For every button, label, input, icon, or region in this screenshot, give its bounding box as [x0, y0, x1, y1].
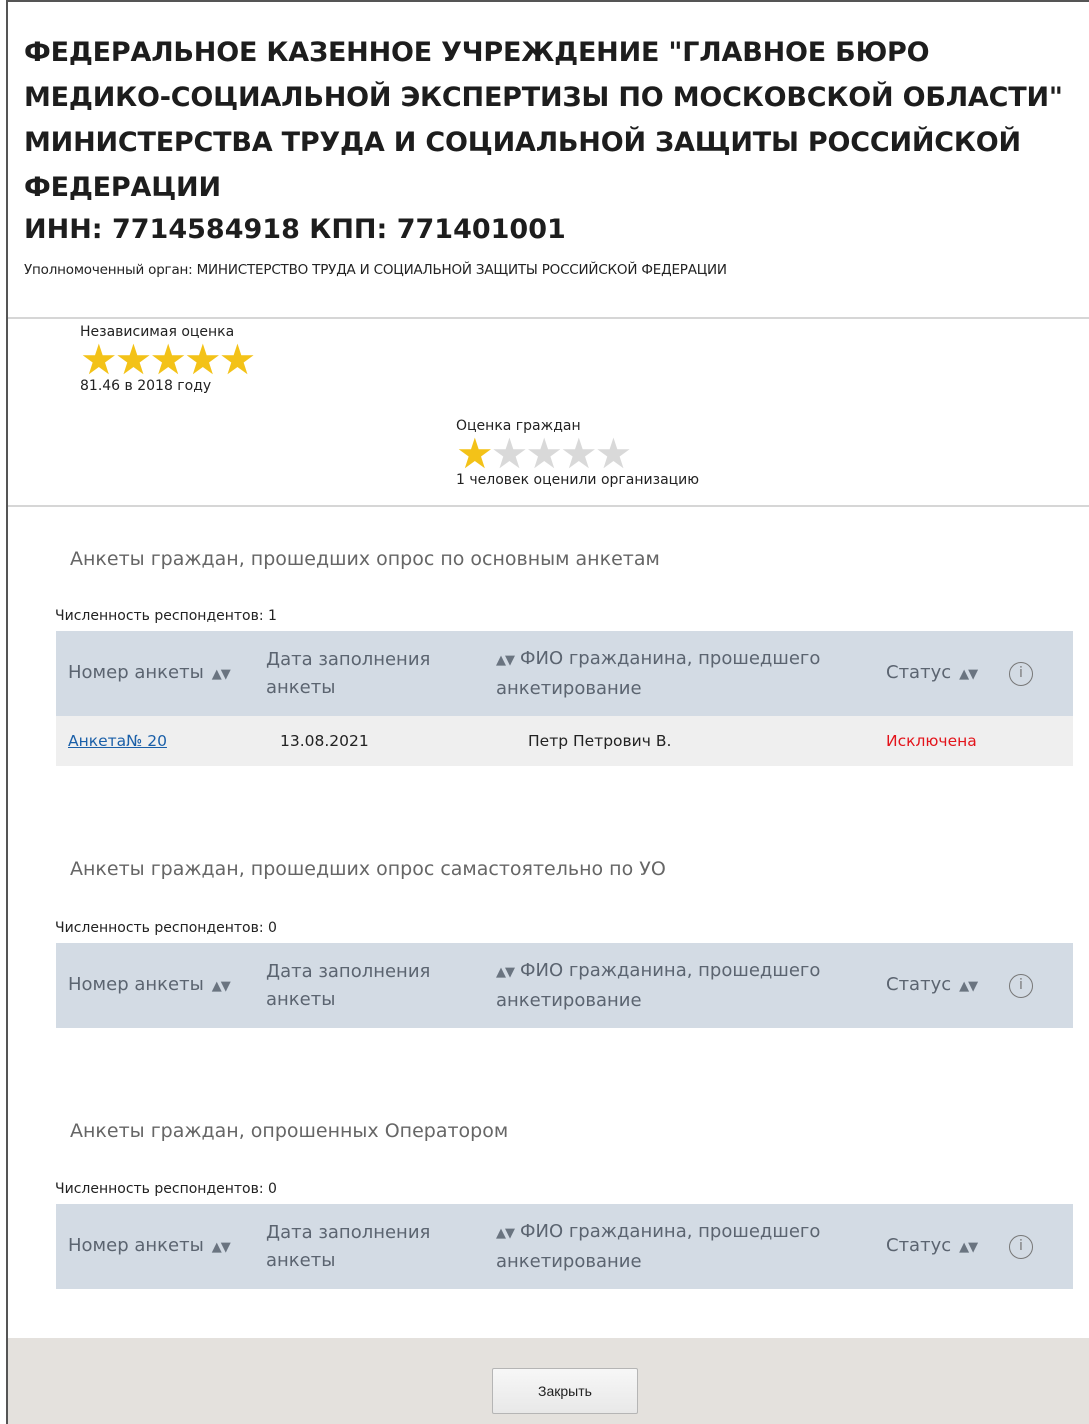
- citizen-rating-caption: 1 человек оценили организацию: [456, 472, 700, 488]
- sort-icon[interactable]: ▲▼: [496, 1226, 515, 1241]
- org-inn-kpp: ИНН: 7714584918 КПП: 771401001: [24, 214, 566, 245]
- col-number-header[interactable]: Номер анкеты ▲▼: [68, 659, 231, 689]
- org-title: ФЕДЕРАЛЬНОЕ КАЗЕННОЕ УЧРЕЖДЕНИЕ "ГЛАВНОЕ…: [24, 37, 1063, 203]
- respondents-count: Численность респондентов: 0: [55, 1181, 277, 1197]
- col-fio-header[interactable]: ▲▼ ФИО гражданина, прошедшего анкетирован…: [496, 957, 826, 1015]
- col-status-header[interactable]: Статус ▲▼: [886, 1232, 978, 1262]
- sort-icon[interactable]: ▲▼: [496, 653, 515, 668]
- star-icon: ★: [218, 335, 257, 384]
- survey-fio: Петр Петрович В.: [528, 732, 672, 750]
- col-status-header[interactable]: Статус ▲▼: [886, 659, 978, 689]
- survey-date: 13.08.2021: [280, 732, 369, 750]
- organization-dialog: ФЕДЕРАЛЬНОЕ КАЗЕННОЕ УЧРЕЖДЕНИЕ "ГЛАВНОЕ…: [6, 0, 1089, 1424]
- section-title: Анкеты граждан, опрошенных Оператором: [70, 1120, 509, 1142]
- survey-table: Номер анкеты ▲▼ Дата заполнения анкеты ▲▼…: [56, 1204, 1073, 1289]
- survey-link[interactable]: Анкета№ 20: [68, 732, 167, 750]
- star-icon[interactable]: ★: [491, 433, 529, 475]
- sort-icon[interactable]: ▲▼: [212, 667, 231, 682]
- info-icon[interactable]: i: [1009, 973, 1033, 998]
- independent-rating-stars: ★ ★ ★ ★ ★: [80, 335, 256, 384]
- col-date-header[interactable]: Дата заполнения анкеты: [266, 1219, 466, 1275]
- dialog-footer: Закрыть: [8, 1338, 1089, 1424]
- star-icon: ★: [80, 335, 118, 384]
- col-number-header[interactable]: Номер анкеты ▲▼: [68, 971, 231, 1001]
- table-row: Анкета№ 20 13.08.2021 Петр Петрович В. И…: [56, 716, 1073, 766]
- divider: [8, 317, 1089, 319]
- col-fio-header[interactable]: ▲▼ ФИО гражданина, прошедшего анкетирован…: [496, 645, 826, 703]
- col-fio-header[interactable]: ▲▼ ФИО гражданина, прошедшего анкетирован…: [496, 1218, 826, 1276]
- divider: [8, 505, 1089, 507]
- sort-icon[interactable]: ▲▼: [496, 965, 515, 980]
- table-header: Номер анкеты ▲▼ Дата заполнения анкеты ▲▼…: [56, 943, 1073, 1028]
- independent-rating: Независимая оценка ★ ★ ★ ★ ★ 81.46 в 2018 го…: [80, 324, 256, 394]
- col-date-header[interactable]: Дата заполнения анкеты: [266, 958, 466, 1014]
- table-header: Номер анкеты ▲▼ Дата заполнения анкеты ▲▼…: [56, 631, 1073, 716]
- star-icon[interactable]: ★: [595, 433, 633, 475]
- col-status-header[interactable]: Статус ▲▼: [886, 971, 978, 1001]
- star-icon: ★: [149, 335, 187, 384]
- survey-status: Исключена: [886, 732, 977, 750]
- respondents-count: Численность респондентов: 0: [55, 920, 277, 936]
- org-header: ФЕДЕРАЛЬНОЕ КАЗЕННОЕ УЧРЕЖДЕНИЕ "ГЛАВНОЕ…: [8, 2, 1089, 278]
- section-title: Анкеты граждан, прошедших опрос по основ…: [70, 548, 660, 570]
- section-title: Анкеты граждан, прошедших опрос самастоя…: [70, 858, 666, 880]
- citizen-rating: Оценка граждан ★ ★ ★ ★ ★ 1 человек оценили о…: [456, 418, 699, 488]
- star-icon[interactable]: ★: [525, 433, 563, 475]
- citizen-rating-stars[interactable]: ★ ★ ★ ★ ★: [456, 433, 699, 475]
- info-icon[interactable]: i: [1009, 1234, 1033, 1259]
- survey-table: Номер анкеты ▲▼ Дата заполнения анкеты ▲▼…: [56, 943, 1073, 1028]
- sort-icon[interactable]: ▲▼: [959, 667, 978, 682]
- sort-icon[interactable]: ▲▼: [212, 1240, 231, 1255]
- table-header: Номер анкеты ▲▼ Дата заполнения анкеты ▲▼…: [56, 1204, 1073, 1289]
- info-icon[interactable]: i: [1009, 661, 1033, 686]
- star-icon[interactable]: ★: [456, 433, 494, 475]
- sort-icon[interactable]: ▲▼: [959, 979, 978, 994]
- col-date-header[interactable]: Дата заполнения анкеты: [266, 646, 466, 702]
- sort-icon[interactable]: ▲▼: [212, 979, 231, 994]
- star-icon[interactable]: ★: [560, 433, 598, 475]
- star-icon: ★: [183, 335, 222, 384]
- col-number-header[interactable]: Номер анкеты ▲▼: [68, 1232, 231, 1262]
- close-button[interactable]: Закрыть: [492, 1368, 638, 1414]
- respondents-count: Численность респондентов: 1: [55, 608, 277, 624]
- star-icon: ★: [114, 335, 153, 384]
- sort-icon[interactable]: ▲▼: [959, 1240, 978, 1255]
- survey-table: Номер анкеты ▲▼ Дата заполнения анкеты ▲▼…: [56, 631, 1073, 766]
- authority-text: Уполномоченный орган: МИНИСТЕРСТВО ТРУДА…: [24, 262, 727, 278]
